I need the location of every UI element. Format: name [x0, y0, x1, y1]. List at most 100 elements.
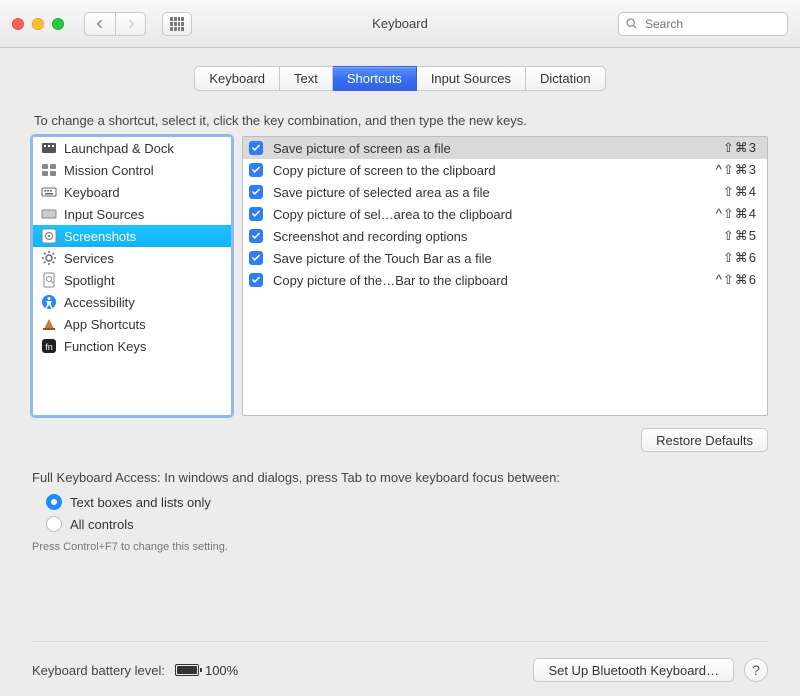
category-keyboard[interactable]: Keyboard: [33, 181, 231, 203]
minimize-window-button[interactable]: [32, 18, 44, 30]
screenshot-icon: [41, 228, 57, 244]
battery-percent: 100%: [205, 663, 238, 678]
launchpad-icon: [41, 140, 57, 156]
category-input-sources[interactable]: Input Sources: [33, 203, 231, 225]
shortcut-label: Save picture of screen as a file: [273, 141, 713, 156]
window-titlebar: Keyboard: [0, 0, 800, 48]
shortcut-checkbox[interactable]: [249, 251, 263, 265]
window-controls: [12, 18, 64, 30]
shortcut-key[interactable]: ⇧⌘4: [723, 184, 757, 200]
shortcut-label: Save picture of selected area as a file: [273, 185, 713, 200]
shortcut-row[interactable]: Copy picture of screen to the clipboard …: [243, 159, 767, 181]
category-label: Screenshots: [64, 229, 136, 244]
grid-icon: [170, 17, 184, 31]
input-icon: [41, 206, 57, 222]
nav-segmented: [84, 12, 146, 36]
battery-icon: [175, 664, 199, 676]
shortcut-key[interactable]: ⇧⌘5: [723, 228, 757, 244]
shortcut-label: Save picture of the Touch Bar as a file: [273, 251, 713, 266]
shortcut-checkbox[interactable]: [249, 185, 263, 199]
mission-icon: [41, 162, 57, 178]
shortcuts-panels: Launchpad & Dock Mission Control Keyboard I…: [32, 136, 768, 416]
fn-icon: [41, 338, 57, 354]
shortcut-list[interactable]: Save picture of screen as a file ⇧⌘3 Cop…: [242, 136, 768, 416]
category-app-shortcuts[interactable]: App Shortcuts: [33, 313, 231, 335]
category-function-keys[interactable]: Function Keys: [33, 335, 231, 357]
shortcut-checkbox[interactable]: [249, 207, 263, 221]
tab-text[interactable]: Text: [280, 66, 333, 91]
category-label: Launchpad & Dock: [64, 141, 174, 156]
category-list[interactable]: Launchpad & Dock Mission Control Keyboard I…: [32, 136, 232, 416]
radio-label: All controls: [70, 517, 134, 532]
footer: Keyboard battery level: 100% Set Up Blue…: [32, 641, 768, 682]
category-spotlight[interactable]: Spotlight: [33, 269, 231, 291]
category-accessibility[interactable]: Accessibility: [33, 291, 231, 313]
shortcut-row[interactable]: Copy picture of sel…area to the clipboar…: [243, 203, 767, 225]
shortcut-row[interactable]: Save picture of selected area as a file …: [243, 181, 767, 203]
radio-label: Text boxes and lists only: [70, 495, 211, 510]
zoom-window-button[interactable]: [52, 18, 64, 30]
shortcut-row[interactable]: Save picture of the Touch Bar as a file …: [243, 247, 767, 269]
category-label: Spotlight: [64, 273, 115, 288]
shortcut-label: Screenshot and recording options: [273, 229, 713, 244]
category-label: Input Sources: [64, 207, 144, 222]
help-button[interactable]: ?: [744, 658, 768, 682]
search-input[interactable]: [643, 16, 800, 32]
shortcut-row[interactable]: Screenshot and recording options ⇧⌘5: [243, 225, 767, 247]
category-label: Accessibility: [64, 295, 135, 310]
app-icon: [41, 316, 57, 332]
back-button[interactable]: [85, 13, 115, 35]
category-label: Services: [64, 251, 114, 266]
tab-dictation[interactable]: Dictation: [526, 66, 606, 91]
tab-input-sources[interactable]: Input Sources: [417, 66, 526, 91]
fka-footnote: Press Control+F7 to change this setting.: [32, 541, 768, 553]
category-services[interactable]: Services: [33, 247, 231, 269]
spotlight-icon: [41, 272, 57, 288]
shortcut-row[interactable]: Copy picture of the…Bar to the clipboard…: [243, 269, 767, 291]
shortcut-row[interactable]: Save picture of screen as a file ⇧⌘3: [243, 137, 767, 159]
fka-title: Full Keyboard Access: In windows and dia…: [32, 470, 768, 485]
full-keyboard-access: Full Keyboard Access: In windows and dia…: [32, 470, 768, 553]
search-icon: [625, 17, 638, 30]
tab-shortcuts[interactable]: Shortcuts: [333, 66, 417, 91]
shortcut-key[interactable]: ^⇧⌘6: [716, 272, 757, 288]
category-label: Keyboard: [64, 185, 120, 200]
forward-button[interactable]: [115, 13, 145, 35]
shortcut-key[interactable]: ⇧⌘3: [723, 140, 757, 156]
close-window-button[interactable]: [12, 18, 24, 30]
window-title: Keyboard: [372, 16, 428, 31]
shortcut-checkbox[interactable]: [249, 229, 263, 243]
gear-icon: [41, 250, 57, 266]
battery-indicator: 100%: [175, 663, 238, 678]
shortcut-checkbox[interactable]: [249, 163, 263, 177]
tab-keyboard[interactable]: Keyboard: [194, 66, 280, 91]
shortcut-checkbox[interactable]: [249, 273, 263, 287]
category-label: Mission Control: [64, 163, 154, 178]
category-label: App Shortcuts: [64, 317, 146, 332]
fka-option[interactable]: All controls: [46, 513, 768, 535]
bluetooth-setup-button[interactable]: Set Up Bluetooth Keyboard…: [533, 658, 734, 682]
category-mission-control[interactable]: Mission Control: [33, 159, 231, 181]
shortcut-key[interactable]: ^⇧⌘4: [716, 206, 757, 222]
search-field[interactable]: [618, 12, 788, 36]
category-screenshots[interactable]: Screenshots: [33, 225, 231, 247]
keyboard-icon: [41, 184, 57, 200]
category-label: Function Keys: [64, 339, 146, 354]
prefs-content: KeyboardTextShortcutsInput SourcesDictat…: [0, 48, 800, 696]
pref-tabs: KeyboardTextShortcutsInput SourcesDictat…: [32, 66, 768, 91]
battery-label: Keyboard battery level:: [32, 663, 165, 678]
shortcut-checkbox[interactable]: [249, 141, 263, 155]
shortcut-label: Copy picture of screen to the clipboard: [273, 163, 706, 178]
shortcut-key[interactable]: ^⇧⌘3: [716, 162, 757, 178]
category-launchpad-dock[interactable]: Launchpad & Dock: [33, 137, 231, 159]
radio-button[interactable]: [46, 494, 62, 510]
shortcut-key[interactable]: ⇧⌘6: [723, 250, 757, 266]
show-all-prefs-button[interactable]: [162, 12, 192, 36]
shortcut-label: Copy picture of the…Bar to the clipboard: [273, 273, 706, 288]
restore-defaults-button[interactable]: Restore Defaults: [641, 428, 768, 452]
fka-option[interactable]: Text boxes and lists only: [46, 491, 768, 513]
shortcut-label: Copy picture of sel…area to the clipboar…: [273, 207, 706, 222]
radio-button[interactable]: [46, 516, 62, 532]
accessibility-icon: [41, 294, 57, 310]
instruction-text: To change a shortcut, select it, click t…: [34, 113, 768, 128]
